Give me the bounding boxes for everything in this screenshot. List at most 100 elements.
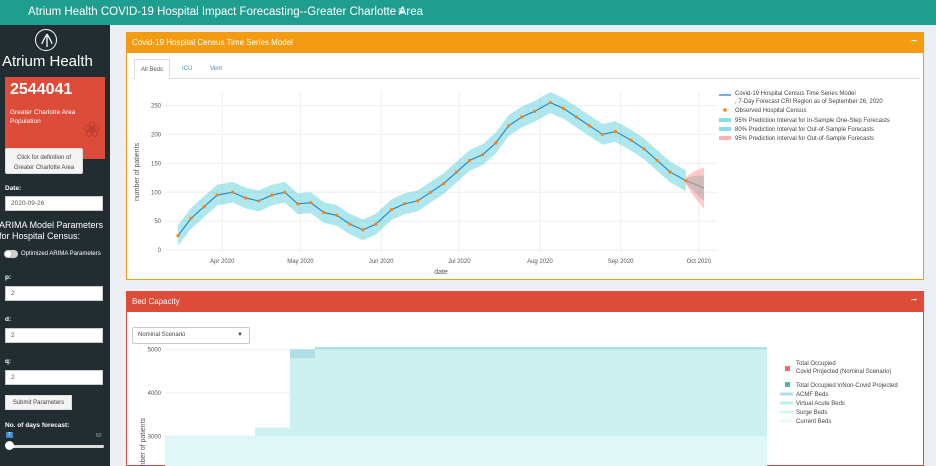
population-label: Greater Charlotte Area Population	[10, 109, 76, 125]
observed-point	[428, 190, 433, 194]
observed-point	[389, 208, 394, 212]
series-area-current-beds	[165, 436, 767, 466]
observed-point	[202, 205, 206, 209]
x-tick-label: Aug 2020	[527, 259, 553, 265]
legend-label: 95% Prediction Interval for In-Sample On…	[735, 118, 890, 124]
observed-point	[283, 190, 287, 194]
date-label: Date:	[5, 185, 22, 192]
q-label: q:	[5, 358, 12, 365]
population-number: 2544041	[10, 81, 73, 98]
collapse-icon[interactable]: −	[911, 36, 917, 47]
observed-point	[600, 132, 605, 136]
slider-min-label: 7	[6, 432, 13, 438]
tab-vent[interactable]: Vent	[204, 59, 228, 79]
observed-point	[231, 190, 235, 194]
observed-point	[533, 109, 537, 113]
legend-label: 95% Prediction Interval for Out-of-Sampl…	[735, 136, 874, 142]
observed-point	[520, 115, 524, 119]
top-navbar: Atrium Health COVID-19 Hospital Impact F…	[0, 0, 936, 25]
legend-swatch	[723, 108, 727, 112]
observed-point	[613, 129, 618, 134]
observed-point	[402, 202, 407, 206]
observed-point	[548, 100, 552, 105]
census-tabs: All Beds ICU Vent	[132, 59, 920, 79]
population-box: 2544041 Greater Charlotte Area Populatio…	[5, 77, 105, 159]
slider-handle[interactable]	[5, 441, 14, 450]
observed-point	[335, 213, 339, 217]
tab-icu[interactable]: ICU	[176, 59, 198, 79]
slider-max-label: 60	[96, 433, 102, 439]
y-tick-label: 150	[151, 161, 162, 167]
d-input[interactable]: 2	[5, 328, 103, 343]
paw-icon: ❀	[82, 117, 101, 142]
observed-point	[629, 138, 633, 142]
date-input[interactable]: 2020-09-26	[5, 196, 103, 211]
atrium-logo-icon	[35, 29, 57, 51]
legend-swatch	[719, 136, 731, 140]
bed-box-title: Bed Capacity	[132, 297, 180, 306]
tab-all-beds[interactable]: All Beds	[134, 59, 171, 79]
y-tick-label: 250	[151, 103, 162, 109]
bed-capacity-box: Bed Capacity − Nominal Scenario ▼ 3000 40…	[126, 291, 924, 466]
observed-point	[215, 193, 219, 197]
q-input[interactable]: 2	[5, 370, 103, 385]
observed-point	[481, 153, 485, 157]
observed-point	[668, 170, 672, 174]
optimized-toggle[interactable]	[4, 250, 18, 258]
forecast-days-slider[interactable]	[9, 445, 104, 448]
legend-label: Surge Beds	[796, 410, 827, 416]
observed-point	[684, 179, 688, 183]
observed-point	[642, 147, 646, 151]
legend-swatch	[719, 118, 731, 122]
observed-point	[270, 193, 274, 197]
submit-parameters-button[interactable]: Submit Parameters	[5, 395, 72, 410]
observed-point	[257, 199, 261, 203]
census-box-header: Covid-19 Hospital Census Time Series Mod…	[127, 33, 923, 53]
scenario-selected: Nominal Scenario	[138, 332, 186, 338]
menu-toggle-icon[interactable]: ≡	[398, 4, 405, 18]
definition-button[interactable]: Click for definition of Greater Charlott…	[5, 148, 83, 174]
observed-point	[322, 210, 326, 215]
observed-point	[244, 196, 248, 200]
observed-point	[455, 170, 459, 174]
observed-point	[415, 199, 420, 203]
insample-prediction-band	[178, 92, 686, 247]
y-tick-label: 3000	[148, 434, 162, 440]
optimized-label: Optimized ARIMA Parameters	[21, 251, 101, 257]
observed-point	[348, 222, 352, 226]
observed-point	[442, 181, 446, 186]
arima-title: ARIMA Model Parameters for Hospital Cens…	[0, 220, 104, 241]
legend-swatch	[785, 366, 790, 371]
observed-point	[296, 202, 300, 206]
y-tick-label: 4000	[148, 391, 162, 397]
d-label: d:	[5, 316, 12, 323]
p-input[interactable]: 2	[5, 286, 103, 301]
observed-point	[561, 106, 565, 110]
y-tick-label: 50	[154, 219, 161, 225]
y-tick-label: 5000	[148, 347, 162, 353]
scenario-select[interactable]: Nominal Scenario ▼	[132, 327, 250, 344]
forecast-days-label: No. of days forecast:	[5, 422, 70, 429]
observed-point	[468, 158, 472, 163]
legend-label: ACMF Beds	[796, 392, 828, 398]
observed-point	[309, 201, 313, 205]
legend-label: Total Occupied \nNon-Covid Projected	[796, 383, 898, 389]
y-axis-label: number of patients	[140, 418, 147, 466]
legend-swatch	[719, 127, 731, 131]
observed-point	[587, 124, 592, 128]
y-axis-label: number of patients	[134, 143, 141, 201]
observed-point	[655, 158, 659, 163]
census-chart: Apr 2020 May 2020 Jun 2020 Jul 2020 Aug 2020…	[134, 91, 890, 276]
x-tick-label: May 2020	[287, 259, 314, 265]
observed-point	[361, 228, 365, 232]
observed-point	[574, 115, 578, 119]
x-tick-label: Apr 2020	[210, 259, 235, 265]
y-tick-label: 200	[151, 132, 162, 138]
y-tick-label: 0	[158, 248, 162, 254]
x-axis-label: date	[434, 269, 448, 276]
observed-point	[189, 216, 193, 220]
legend-label-model: Covid-19 Hospital Census Time Series Mod…	[735, 91, 883, 105]
x-tick-label: Jun 2020	[369, 259, 394, 265]
collapse-icon[interactable]: −	[911, 295, 917, 306]
legend-label: Virtual Acute Beds	[796, 401, 845, 407]
